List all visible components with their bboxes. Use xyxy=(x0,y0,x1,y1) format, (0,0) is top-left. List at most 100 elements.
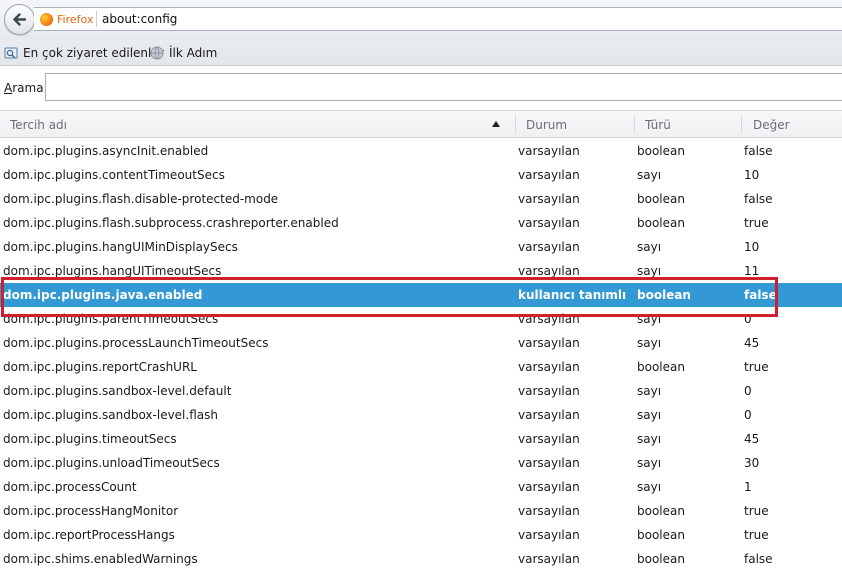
pref-status: varsayılan xyxy=(518,384,580,398)
pref-name: dom.ipc.plugins.sandbox-level.flash xyxy=(3,408,218,422)
table-row[interactable]: dom.ipc.reportProcessHangs varsayılan bool… xyxy=(0,523,842,547)
pref-value: true xyxy=(744,528,769,542)
table-row[interactable]: dom.ipc.plugins.sandbox-level.default var… xyxy=(0,379,842,403)
pref-status: varsayılan xyxy=(518,312,580,326)
table-row[interactable]: dom.ipc.plugins.sandbox-level.flash varsa… xyxy=(0,403,842,427)
pref-value: 30 xyxy=(744,456,760,470)
pref-status: varsayılan xyxy=(518,144,580,158)
table-row[interactable]: dom.ipc.plugins.unloadTimeoutSecs varsayı… xyxy=(0,451,842,475)
pref-type: sayı xyxy=(637,312,662,326)
pref-value: 1 xyxy=(744,480,752,494)
pref-value: true xyxy=(744,504,769,518)
table-row[interactable]: dom.ipc.processCount varsayılan sayı 1 xyxy=(0,475,842,499)
pref-type: sayı xyxy=(637,240,662,254)
column-header-name[interactable]: Tercih adı xyxy=(10,118,67,132)
pref-status: varsayılan xyxy=(518,432,580,446)
pref-status: varsayılan xyxy=(518,264,580,278)
bookmark-getting-started[interactable]: İlk Adım xyxy=(150,45,217,61)
pref-type: sayı xyxy=(637,456,662,470)
pref-name: dom.ipc.plugins.asyncInit.enabled xyxy=(3,144,209,158)
url-text[interactable]: about:config xyxy=(102,12,177,26)
table-row[interactable]: dom.ipc.plugins.parentTimeoutSecs varsayı… xyxy=(0,307,842,331)
pref-status: varsayılan xyxy=(518,408,580,422)
table-row[interactable]: dom.ipc.shims.enabledWarnings varsayılan b… xyxy=(0,547,842,571)
pref-name: dom.ipc.processCount xyxy=(3,480,137,494)
bookmarks-toolbar: En çok ziyaret edilenler İlk Adım xyxy=(0,40,842,66)
pref-name: dom.ipc.plugins.parentTimeoutSecs xyxy=(3,312,219,326)
globe-icon xyxy=(150,46,164,60)
back-button[interactable] xyxy=(4,4,35,35)
pref-value: 0 xyxy=(744,312,752,326)
search-label-text: rama: xyxy=(12,81,48,95)
pref-status: kullanıcı tanımlı xyxy=(518,288,627,302)
search-input[interactable] xyxy=(45,73,842,101)
table-row[interactable]: dom.ipc.plugins.reportCrashURL varsayılan… xyxy=(0,355,842,379)
table-row[interactable]: dom.ipc.plugins.hangUIMinDisplaySecs vars… xyxy=(0,235,842,259)
pref-value: 45 xyxy=(744,432,760,446)
pref-name: dom.ipc.plugins.processLaunchTimeoutSecs xyxy=(3,336,269,350)
table-header: Tercih adı Durum Türü Değer xyxy=(0,110,842,138)
pref-value: 10 xyxy=(744,168,760,182)
table-row[interactable]: dom.ipc.plugins.flash.subprocess.crashre… xyxy=(0,211,842,235)
table-row[interactable]: dom.ipc.plugins.flash.disable-protected-… xyxy=(0,187,842,211)
pref-name: dom.ipc.plugins.reportCrashURL xyxy=(3,360,197,374)
pref-type: sayı xyxy=(637,168,662,182)
table-row[interactable]: dom.ipc.plugins.java.enabled kullanıcı ta… xyxy=(0,283,842,307)
pref-type: sayı xyxy=(637,336,662,350)
pref-status: varsayılan xyxy=(518,336,580,350)
table-row[interactable]: dom.ipc.plugins.asyncInit.enabled varsayı… xyxy=(0,139,842,163)
pref-name: dom.ipc.plugins.timeoutSecs xyxy=(3,432,177,446)
search-label-accesskey: A xyxy=(4,81,13,95)
pref-value: 45 xyxy=(744,336,760,350)
pref-status: varsayılan xyxy=(518,360,580,374)
table-row[interactable]: dom.ipc.plugins.timeoutSecs varsayılan say… xyxy=(0,427,842,451)
pref-status: varsayılan xyxy=(518,240,580,254)
table-row[interactable]: dom.ipc.processHangMonitor varsayılan bool… xyxy=(0,499,842,523)
table-row[interactable]: dom.ipc.plugins.hangUITimeoutSecs varsayı… xyxy=(0,259,842,283)
pref-name: dom.ipc.reportProcessHangs xyxy=(3,528,175,542)
pref-name: dom.ipc.plugins.unloadTimeoutSecs xyxy=(3,456,220,470)
column-separator[interactable] xyxy=(515,115,516,133)
table-row[interactable]: dom.ipc.plugins.contentTimeoutSecs varsay… xyxy=(0,163,842,187)
pref-type: sayı xyxy=(637,384,662,398)
column-header-status[interactable]: Durum xyxy=(526,118,567,132)
back-arrow-icon xyxy=(13,13,27,26)
pref-status: varsayılan xyxy=(518,168,580,182)
pref-type: boolean xyxy=(637,360,685,374)
identity-box[interactable]: Firefox xyxy=(40,11,93,27)
pref-status: varsayılan xyxy=(518,480,580,494)
column-separator[interactable] xyxy=(741,115,742,133)
pref-type: sayı xyxy=(637,480,662,494)
firefox-logo-icon xyxy=(40,12,53,26)
identity-label: Firefox xyxy=(57,12,94,26)
pref-value: false xyxy=(744,192,773,206)
pref-name: dom.ipc.processHangMonitor xyxy=(3,504,179,518)
pref-type: boolean xyxy=(637,528,685,542)
pref-status: varsayılan xyxy=(518,552,580,566)
search-row: Arama: xyxy=(0,66,842,110)
pref-type: boolean xyxy=(637,216,685,230)
pref-type: boolean xyxy=(637,552,685,566)
table-row[interactable]: dom.ipc.plugins.processLaunchTimeoutSecs… xyxy=(0,331,842,355)
pref-value: false xyxy=(744,288,777,302)
search-label: Arama: xyxy=(4,81,48,95)
navigation-toolbar: Firefox about:config xyxy=(0,0,842,40)
pref-type: boolean xyxy=(637,288,691,302)
pref-name: dom.ipc.shims.enabledWarnings xyxy=(3,552,198,566)
pref-name: dom.ipc.plugins.flash.subprocess.crashre… xyxy=(3,216,339,230)
pref-type: boolean xyxy=(637,504,685,518)
pref-type: boolean xyxy=(637,144,685,158)
column-separator[interactable] xyxy=(634,115,635,133)
column-header-value[interactable]: Değer xyxy=(753,118,790,132)
pref-value: 0 xyxy=(744,384,752,398)
bookmark-label: En çok ziyaret edilenler xyxy=(23,46,164,60)
pref-type: sayı xyxy=(637,408,662,422)
url-separator xyxy=(96,11,97,27)
pref-value: false xyxy=(744,144,773,158)
pref-value: true xyxy=(744,216,769,230)
url-bar[interactable]: Firefox about:config xyxy=(34,7,842,31)
bookmark-most-visited[interactable]: En çok ziyaret edilenler xyxy=(4,45,164,61)
column-header-type[interactable]: Türü xyxy=(645,118,671,132)
pref-name: dom.ipc.plugins.flash.disable-protected-… xyxy=(3,192,279,206)
pref-value: 10 xyxy=(744,240,760,254)
